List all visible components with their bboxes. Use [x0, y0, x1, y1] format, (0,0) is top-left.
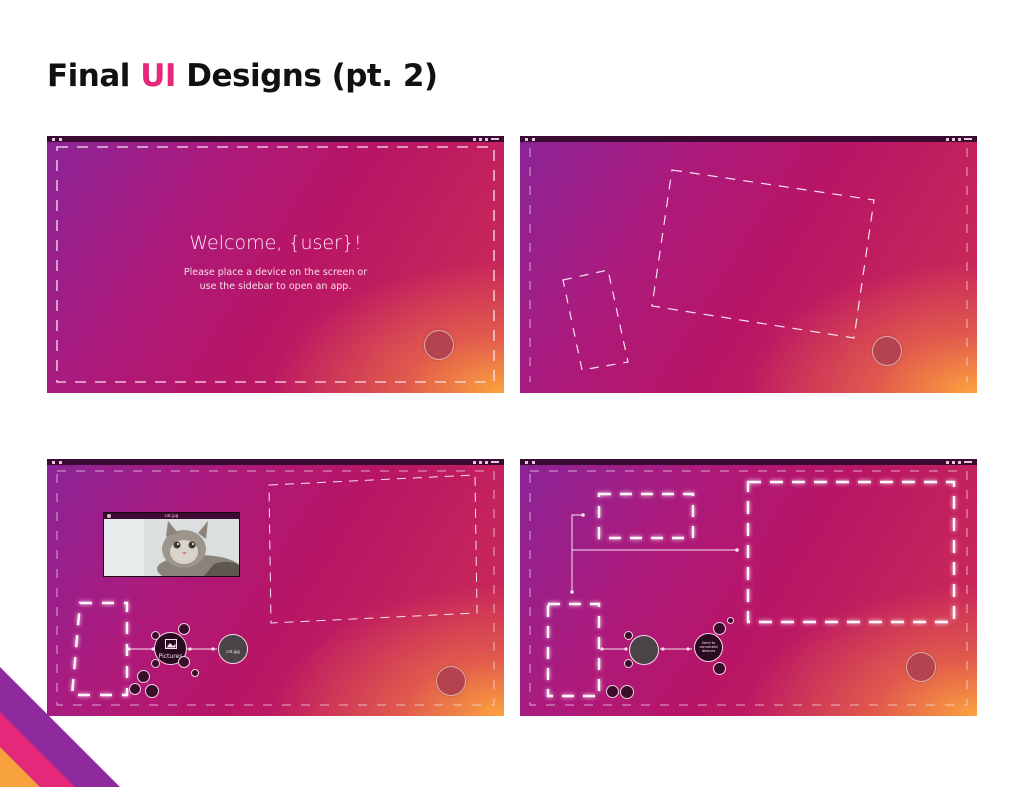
- close-menu-button[interactable]: [727, 617, 734, 624]
- home-button[interactable]: [906, 652, 936, 682]
- send-target-thumbnail[interactable]: cat.jpg: [218, 634, 248, 664]
- home-button[interactable]: [872, 336, 902, 366]
- small-option-button[interactable]: [191, 669, 199, 677]
- device-outline-small: [597, 492, 695, 540]
- favorites-button[interactable]: [145, 684, 159, 698]
- photo-window[interactable]: cat.jpg: [103, 512, 240, 577]
- surface-overlay: [529, 470, 968, 706]
- device-outline-large: [746, 480, 956, 624]
- grid-button[interactable]: [624, 659, 633, 668]
- grid-button[interactable]: [151, 659, 160, 668]
- info-button[interactable]: [151, 631, 160, 640]
- info-button[interactable]: [624, 631, 633, 640]
- slide-title: Final UI Designs (pt. 2): [47, 58, 438, 94]
- gallery-button[interactable]: [129, 683, 141, 695]
- tablet-outline: [651, 169, 875, 339]
- device-outlines: [529, 148, 968, 382]
- welcome-title: Welcome, {user}!: [189, 232, 362, 254]
- image-icon: [165, 639, 177, 649]
- share-option-button[interactable]: [713, 622, 726, 635]
- welcome-instructions: Please place a device on the screen or u…: [183, 267, 368, 292]
- send-to-devices-button[interactable]: Send to connected devices: [694, 633, 723, 662]
- phone-outline: [546, 602, 601, 698]
- phone-outline: [562, 269, 629, 371]
- panel-send: Send to connected devices: [520, 459, 977, 716]
- panel-devices: [520, 136, 977, 393]
- tablet-outline: [268, 474, 478, 624]
- cat-photo: [104, 519, 239, 576]
- home-button[interactable]: [424, 330, 454, 360]
- delete-option-button[interactable]: [713, 662, 726, 675]
- home-button[interactable]: [436, 666, 466, 696]
- panel-welcome: Welcome, {user}! Please place a device o…: [47, 136, 504, 393]
- folder-button[interactable]: [606, 685, 619, 698]
- photo-thumbnail[interactable]: [629, 635, 659, 665]
- favorites-button[interactable]: [620, 685, 634, 699]
- menu-option-button[interactable]: [178, 656, 190, 668]
- folder-button[interactable]: [137, 670, 150, 683]
- title-accent: UI: [140, 58, 176, 94]
- corner-decoration: [0, 667, 120, 787]
- menu-option-button[interactable]: [178, 623, 190, 635]
